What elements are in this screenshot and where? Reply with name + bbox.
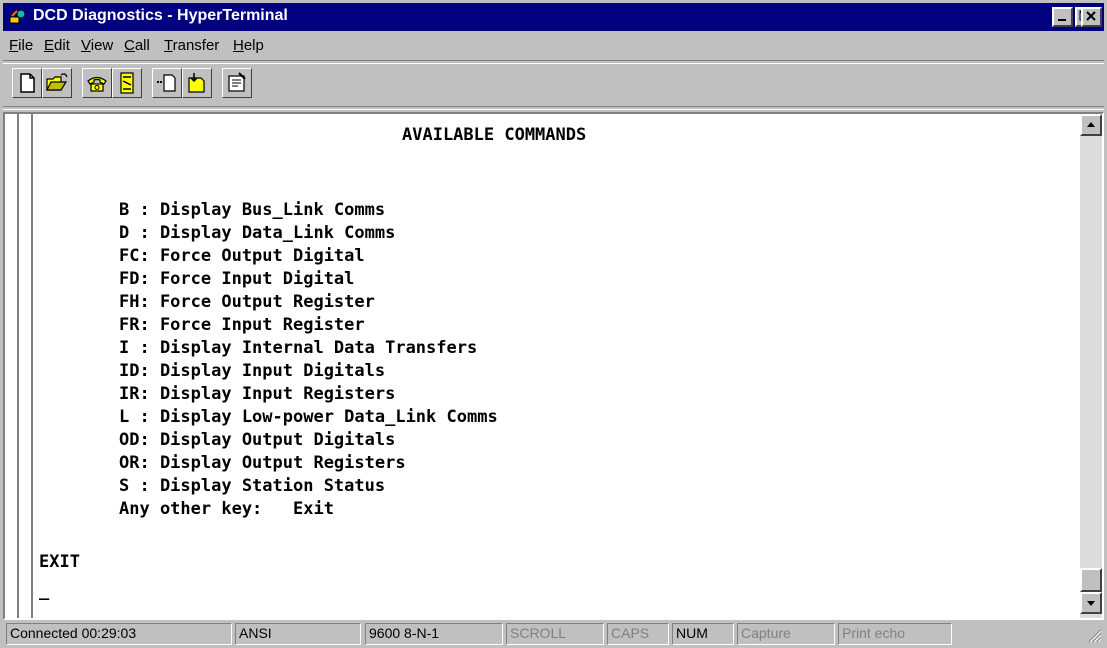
close-button[interactable] [1081,7,1102,27]
toolbar-separator-bottom [3,106,1104,110]
status-connection: Connected 00:29:03 [6,623,232,645]
open-folder-icon [46,73,68,91]
properties-icon [228,72,246,92]
connect-button[interactable] [82,68,112,98]
window-title: DCD Diagnostics - HyperTerminal [33,7,288,24]
receive-file-icon [188,73,205,93]
close-icon [1086,11,1096,21]
new-connection-button[interactable] [12,68,42,98]
send-file-icon [157,74,176,92]
terminal-cursor: _ [39,581,50,601]
status-capture: Capture [737,623,835,645]
command-line: ID: Display Input Digitals [119,361,386,381]
status-port-settings: 9600 8-N-1 [365,623,503,645]
terminal-left-margin [9,114,33,618]
hyperterminal-window: DCD Diagnostics - HyperTerminal File Edi… [0,0,1107,648]
command-line: Any other key: Exit [119,499,334,519]
vertical-scrollbar[interactable] [1080,114,1102,618]
terminal-area[interactable]: AVAILABLE COMMANDS B : Display Bus_Link … [3,112,1104,620]
arrow-down-icon [1087,601,1095,606]
command-line: B : Display Bus_Link Comms [119,200,386,220]
properties-button[interactable] [222,68,252,98]
command-line: IR: Display Input Registers [119,384,396,404]
exit-text: EXIT [39,552,80,572]
terminal-screen[interactable]: AVAILABLE COMMANDS B : Display Bus_Link … [37,116,1067,616]
command-line: FD: Force Input Digital [119,269,355,289]
command-line: FC: Force Output Digital [119,246,365,266]
terminal-heading: AVAILABLE COMMANDS [402,125,587,145]
status-scroll: SCROLL [506,623,604,645]
scroll-thumb[interactable] [1080,568,1102,592]
arrow-up-icon [1087,122,1095,127]
menu-transfer[interactable]: Transfer [164,37,219,54]
resize-grip-icon[interactable] [1086,627,1102,643]
status-bar: Connected 00:29:03 ANSI 9600 8-N-1 SCROL… [3,623,1104,645]
status-print-echo: Print echo [838,623,952,645]
menu-view[interactable]: View [81,37,113,54]
command-line: FR: Force Input Register [119,315,365,335]
status-num: NUM [672,623,734,645]
title-bar[interactable]: DCD Diagnostics - HyperTerminal [3,3,1104,31]
command-line: I : Display Internal Data Transfers [119,338,478,358]
scroll-up-button[interactable] [1080,114,1102,136]
disconnect-button[interactable] [112,68,142,98]
hyperterminal-app-icon[interactable] [9,8,27,26]
new-document-icon [20,73,35,93]
status-caps: CAPS [607,623,669,645]
connect-phone-icon [87,76,107,92]
command-line: FH: Force Output Register [119,292,375,312]
terminal-margin-line [17,114,19,618]
menu-call[interactable]: Call [124,37,150,54]
toolbar-separator-top [3,60,1104,64]
receive-button[interactable] [182,68,212,98]
command-line: D : Display Data_Link Comms [119,223,396,243]
command-line: L : Display Low-power Data_Link Comms [119,407,498,427]
open-button[interactable] [42,68,72,98]
command-line: OD: Display Output Digitals [119,430,396,450]
disconnect-phone-icon [120,72,134,94]
menu-edit[interactable]: Edit [44,37,70,54]
send-button[interactable] [152,68,182,98]
command-line: S : Display Station Status [119,476,386,496]
menu-help[interactable]: Help [233,37,264,54]
minimize-button[interactable] [1052,7,1073,27]
menu-file[interactable]: File [9,37,33,54]
scroll-down-button[interactable] [1080,592,1102,614]
minimize-icon [1058,19,1066,21]
status-emulation: ANSI [235,623,361,645]
command-line: OR: Display Output Registers [119,453,406,473]
